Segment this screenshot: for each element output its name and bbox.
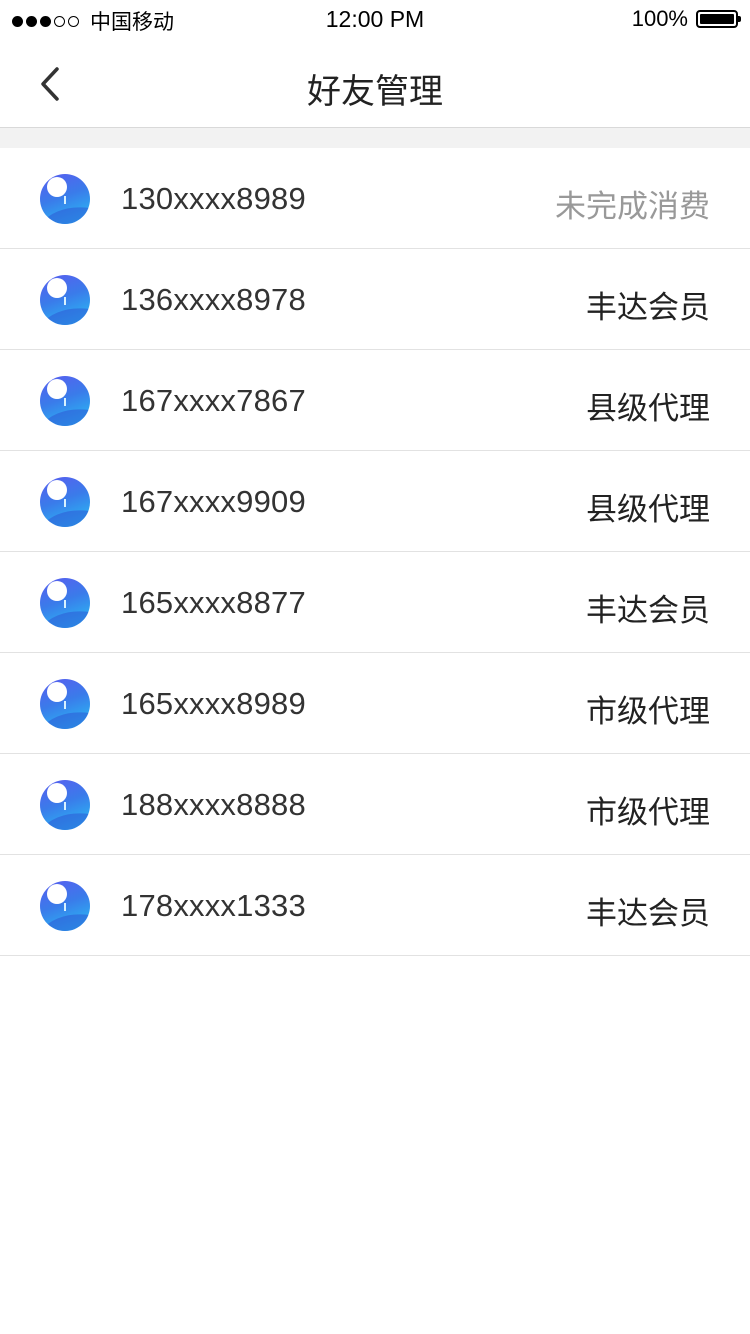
status-bar: 中国移动 12:00 PM 100% [0,0,750,40]
friend-management-screen: 中国移动 12:00 PM 100% 好友管理 130xxxx8989 未完成消… [0,0,750,1334]
avatar-moon-icon [40,480,90,527]
avatar [40,881,90,931]
friend-row[interactable]: 130xxxx8989 未完成消费 [0,148,750,249]
battery-fill [700,14,734,24]
section-spacer [0,128,750,148]
avatar-moon-icon [40,682,90,729]
avatar-moon-icon [40,884,90,931]
friend-phone: 178xxxx1333 [121,888,306,923]
friend-phone: 130xxxx8989 [121,181,306,216]
avatar [40,780,90,830]
avatar [40,275,90,325]
friend-row[interactable]: 188xxxx8888 市级代理 [0,754,750,855]
friend-status: 丰达会员 [586,593,710,628]
avatar-moon-icon [40,581,90,628]
friend-list: 130xxxx8989 未完成消费 136xxxx8978 丰达会员 167xx… [0,148,750,956]
avatar [40,477,90,527]
friend-row[interactable]: 165xxxx8989 市级代理 [0,653,750,754]
friend-row[interactable]: 136xxxx8978 丰达会员 [0,249,750,350]
battery-percent: 100% [631,6,688,31]
friend-status: 市级代理 [586,795,710,830]
friend-row[interactable]: 178xxxx1333 丰达会员 [0,855,750,956]
friend-phone: 188xxxx8888 [121,787,306,822]
avatar [40,174,90,224]
friend-status: 县级代理 [586,492,710,527]
nav-bar: 好友管理 [0,40,750,128]
friend-phone: 167xxxx9909 [121,484,306,519]
avatar-moon-icon [40,278,90,325]
friend-phone: 165xxxx8877 [121,585,306,620]
battery-icon [696,10,741,28]
avatar [40,578,90,628]
avatar-moon-icon [40,379,90,426]
avatar [40,679,90,729]
page-title: 好友管理 [307,73,443,111]
avatar-moon-icon [40,783,90,830]
friend-status: 市级代理 [586,694,710,729]
friend-phone: 136xxxx8978 [121,282,306,317]
friend-row[interactable]: 167xxxx9909 县级代理 [0,451,750,552]
friend-phone: 165xxxx8989 [121,686,306,721]
friend-status: 未完成消费 [555,189,710,224]
friend-status: 丰达会员 [586,290,710,325]
battery-area: 100% [631,6,741,32]
friend-status: 县级代理 [586,391,710,426]
friend-status: 丰达会员 [586,896,710,931]
friend-row[interactable]: 165xxxx8877 丰达会员 [0,552,750,653]
battery-tip [738,16,741,22]
friend-row[interactable]: 167xxxx7867 县级代理 [0,350,750,451]
avatar-moon-icon [40,177,90,224]
avatar [40,376,90,426]
friend-phone: 167xxxx7867 [121,383,306,418]
